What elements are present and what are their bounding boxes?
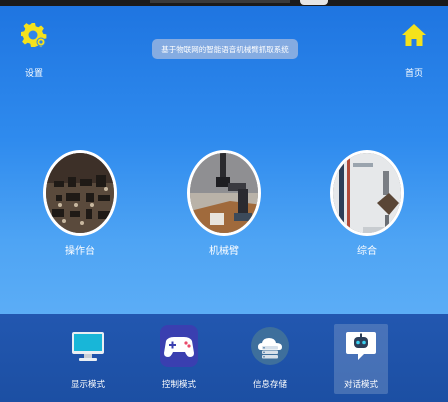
- gamepad-icon: [159, 324, 199, 368]
- robot-arm-photo: [187, 150, 261, 236]
- home-button[interactable]: 首页: [384, 22, 444, 79]
- mode-label-robot-arm: 机械臂: [209, 246, 239, 257]
- status-bar: [0, 0, 448, 6]
- mode-label-combined: 综合: [357, 246, 377, 257]
- settings-button[interactable]: 设置: [4, 22, 64, 79]
- page-title: 基于物联网的智能语音机械臂抓取系统: [152, 39, 298, 59]
- monitor-icon: [68, 324, 108, 368]
- settings-label: 设置: [24, 69, 43, 79]
- cloud-storage-icon: [250, 324, 290, 368]
- gear-icon: [21, 22, 47, 52]
- status-bar-title-strip: [150, 0, 290, 3]
- nav-label-storage: 信息存储: [252, 380, 287, 390]
- nav-control-mode[interactable]: 控制模式: [151, 324, 207, 394]
- nav-display-mode[interactable]: 显示模式: [60, 324, 116, 394]
- mode-card-combined[interactable]: 综合: [327, 150, 407, 257]
- nav-label-control: 控制模式: [161, 380, 196, 390]
- nav-label-display: 显示模式: [70, 380, 105, 390]
- nav-label-dialog: 对话模式: [343, 380, 378, 390]
- mode-label-console: 操作台: [65, 246, 95, 257]
- home-icon: [401, 22, 427, 52]
- combined-photo: [330, 150, 404, 236]
- mode-card-robot-arm[interactable]: 机械臂: [184, 150, 264, 257]
- nav-info-storage[interactable]: 信息存储: [242, 324, 298, 394]
- nav-dialog-mode[interactable]: 对话模式: [334, 324, 388, 394]
- chat-robot-icon: [341, 324, 381, 368]
- status-bar-pill: [300, 0, 328, 5]
- mode-card-console[interactable]: 操作台: [40, 150, 120, 257]
- home-label: 首页: [404, 69, 423, 79]
- console-photo: [43, 150, 117, 236]
- bottom-nav-bar: 显示模式 控制模式 信息存储 对话模式: [0, 314, 448, 402]
